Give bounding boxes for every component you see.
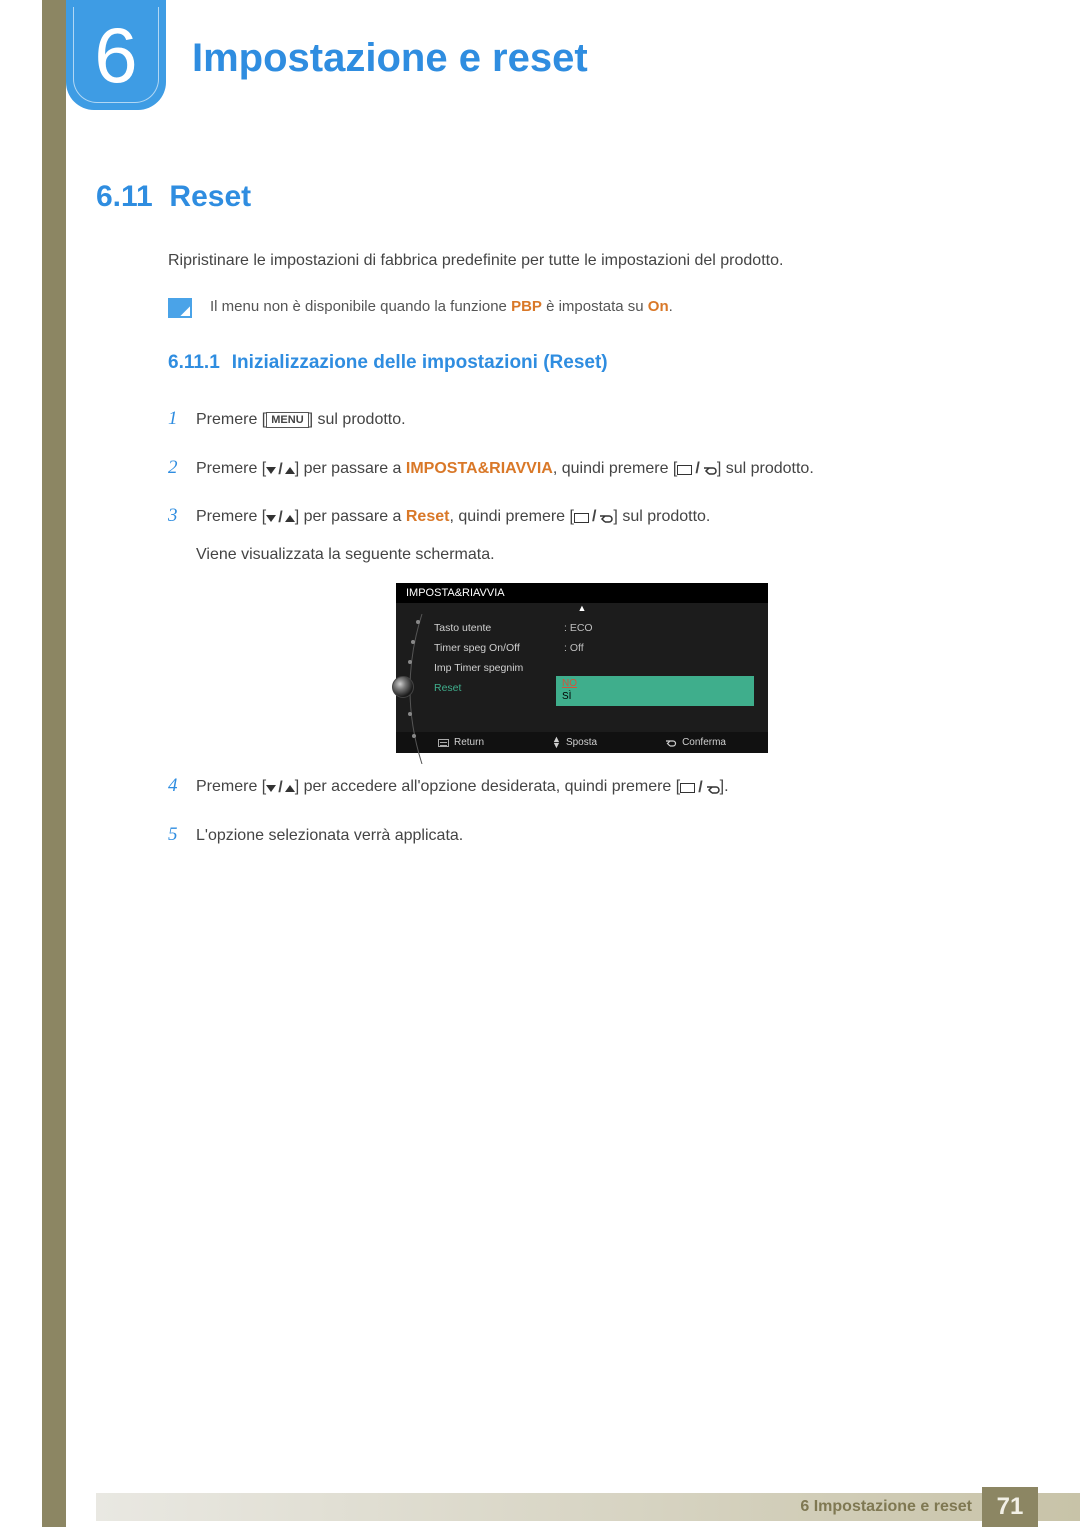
step-number: 3 — [168, 499, 196, 533]
osd-value: ECO — [556, 618, 758, 638]
note-hl-pbp: PBP — [511, 298, 542, 315]
osd-footer-move: ▲▼Sposta — [552, 737, 597, 748]
menu-key-icon: MENU — [266, 412, 308, 428]
step-4: 4 Premere [/] per accedere all'opzione d… — [168, 769, 996, 803]
osd-popup-option: SÌ — [562, 691, 748, 704]
osd-body: Tasto utente Timer speg On/Off Imp Timer… — [396, 614, 768, 732]
chapter-number: 6 — [94, 16, 137, 94]
step-body: Premere [MENU] sul prodotto. — [196, 406, 996, 435]
osd-menu-item: Imp Timer spegnim — [434, 658, 556, 678]
chapter-badge-inner: 6 — [73, 7, 159, 103]
step2-highlight: IMPOSTA&RIAVVIA — [406, 460, 553, 477]
section-heading: 6.11 Reset — [96, 180, 996, 214]
osd-menu-item: Timer speg On/Off — [434, 638, 556, 658]
osd-arc-decor — [406, 618, 434, 698]
step-body: Premere [/] per passare a Reset, quindi … — [196, 503, 996, 570]
chapter-badge: 6 — [66, 0, 166, 110]
step-number: 5 — [168, 818, 196, 852]
section-number: 6.11 — [96, 180, 153, 213]
source-enter-key-icon: / — [680, 774, 719, 803]
osd-menu-list: Tasto utente Timer speg On/Off Imp Timer… — [434, 618, 556, 698]
osd-screenshot: IMPOSTA&RIAVVIA ▲ Tasto utente — [396, 583, 768, 753]
chapter-title: Impostazione e reset — [192, 36, 588, 81]
step3-subtext: Viene visualizzata la seguente schermata… — [196, 541, 996, 570]
osd-scroll-up-icon: ▲ — [396, 603, 768, 614]
step-number: 4 — [168, 769, 196, 803]
note-text: Il menu non è disponibile quando la funz… — [210, 298, 673, 315]
step-2: 2 Premere [/] per passare a IMPOSTA&RIAV… — [168, 451, 996, 485]
osd-menu-item-active: Reset — [434, 678, 556, 698]
step3-highlight: Reset — [406, 508, 450, 525]
source-enter-key-icon: / — [677, 455, 716, 484]
footer-chapter-label: 6 Impostazione e reset — [800, 1498, 972, 1516]
page-footer: 6 Impostazione e reset 71 — [0, 1487, 1080, 1527]
left-margin-strip — [42, 0, 66, 1527]
info-note: Il menu non è disponibile quando la funz… — [168, 298, 996, 318]
down-up-arrows-icon: / — [266, 504, 294, 533]
step-body: L'opzione selezionata verrà applicata. — [196, 822, 996, 851]
osd-footer: Return ▲▼Sposta Conferma — [396, 732, 768, 753]
updown-mini-icon: ▲▼ — [552, 737, 561, 748]
page-content: 6.11 Reset Ripristinare le impostazioni … — [96, 180, 996, 866]
step-5: 5 L'opzione selezionata verrà applicata. — [168, 818, 996, 852]
down-up-arrows-icon: / — [266, 456, 294, 485]
step-body: Premere [/] per accedere all'opzione des… — [196, 773, 996, 803]
menu-mini-icon — [438, 739, 449, 747]
steps-list: 1 Premere [MENU] sul prodotto. 2 Premere… — [168, 402, 996, 851]
osd-title: IMPOSTA&RIAVVIA — [396, 583, 768, 603]
note-icon — [168, 298, 192, 318]
osd-popup-option-selected: NO — [562, 678, 748, 691]
footer-page-number: 71 — [982, 1487, 1038, 1527]
enter-mini-icon — [665, 738, 677, 747]
osd-value: Off — [556, 638, 758, 658]
subsection-title: Inizializzazione delle impostazioni (Res… — [232, 352, 608, 373]
osd-reset-popup: NO SÌ — [556, 676, 754, 706]
step-number: 1 — [168, 402, 196, 436]
osd-menu-item: Tasto utente — [434, 618, 556, 638]
note-hl-on: On — [648, 298, 669, 315]
osd-footer-return: Return — [438, 737, 484, 748]
step-body: Premere [/] per passare a IMPOSTA&RIAVVI… — [196, 455, 996, 485]
subsection-number: 6.11.1 — [168, 352, 220, 374]
step-1: 1 Premere [MENU] sul prodotto. — [168, 402, 996, 436]
osd-values: ECO Off NO SÌ — [556, 618, 758, 698]
down-up-arrows-icon: / — [266, 774, 294, 803]
subsection-heading: 6.11.1 Inizializzazione delle impostazion… — [168, 352, 996, 374]
step-number: 2 — [168, 451, 196, 485]
section-title: Reset — [169, 180, 251, 213]
section-intro: Ripristinare le impostazioni di fabbrica… — [168, 250, 996, 272]
osd-footer-confirm: Conferma — [665, 737, 726, 748]
source-enter-key-icon: / — [574, 503, 613, 532]
step-3: 3 Premere [/] per passare a Reset, quind… — [168, 499, 996, 570]
